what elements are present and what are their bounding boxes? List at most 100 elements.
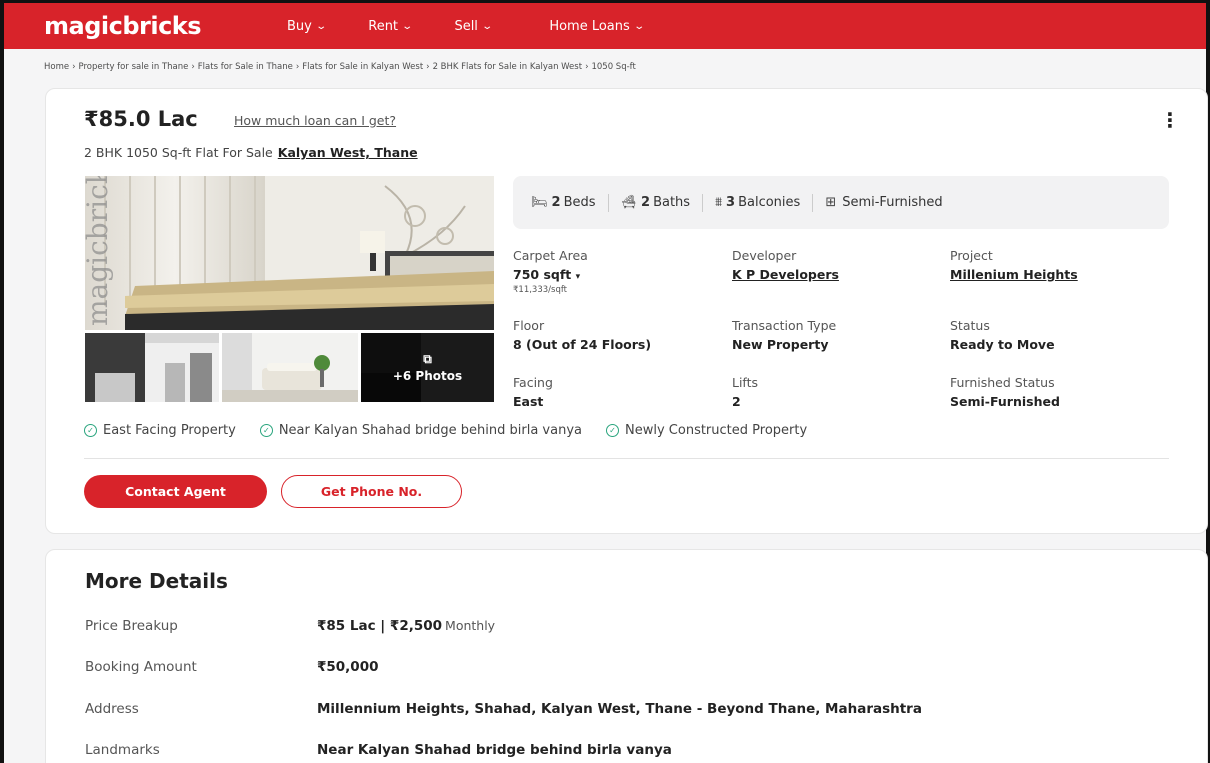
detail-row-landmarks: Landmarks Near Kalyan Shahad bridge behi… [85,742,672,758]
thumbnail-photo-2[interactable] [222,333,358,402]
baths-count: 2 [641,195,651,210]
spec-furnished-status: Furnished Status Semi-Furnished [950,375,1060,409]
breadcrumb-flats-thane[interactable]: Flats for Sale in Thane [198,62,293,72]
detail-label: Booking Amount [85,659,197,675]
bed-icon: 🛏︎ [531,195,548,210]
highlight-text: Near Kalyan Shahad bridge behind birla v… [278,423,582,438]
detail-value: ₹85 Lac | ₹2,500 Monthly [317,618,496,634]
spec-value: 8 (Out of 24 Floors) [513,337,652,352]
detail-label: Landmarks [85,742,160,758]
breadcrumb-flats-kalyan[interactable]: Flats for Sale in Kalyan West [302,62,423,72]
highlight-text: East Facing Property [103,423,236,438]
spec-label: Furnished Status [950,375,1055,390]
spec-carpet-area: Carpet Area 750 sqft ▾ ₹11,333/sqft [513,248,588,295]
spec-floor: Floor 8 (Out of 24 Floors) [513,318,651,352]
breadcrumb-current: 1050 Sq-ft [591,62,636,72]
nav-sell-label: Sell [454,18,478,34]
breadcrumb-home[interactable]: Home [44,62,69,72]
listing-price: ₹85.0 Lac [84,107,198,131]
nav-home-loans[interactable]: Home Loans ⌄ [549,18,645,34]
more-details-title: More Details [85,569,228,593]
thumbnail-photo-3[interactable]: ⧉ +6 Photos [361,333,494,402]
balconies-count: 3 [726,195,736,210]
nav-sell[interactable]: Sell ⌄ [454,18,493,34]
beds-label: Beds [563,195,596,210]
check-circle-icon: ✓ [84,424,97,437]
check-circle-icon: ✓ [259,424,273,437]
developer-link[interactable]: K P Developers [732,267,839,282]
nav-home-loans-label: Home Loans [549,18,630,34]
spec-label: Facing [513,375,553,390]
site-logo[interactable]: magicbricks [44,12,274,40]
breadcrumb-separator: › [191,62,195,72]
nav-buy-label: Buy [287,18,312,34]
nav-rent[interactable]: Rent ⌄ [368,18,413,34]
chevron-down-icon: ▾ [575,272,581,282]
main-photo[interactable]: magicbrick [85,176,494,330]
contact-agent-button[interactable]: Contact Agent [84,475,267,508]
spec-label: Transaction Type [732,318,837,333]
detail-value: Millennium Heights, Shahad, Kalyan West,… [317,701,922,717]
breadcrumb-separator: › [295,62,300,72]
living-room-photo [222,333,358,402]
breadcrumb-2bhk-kalyan[interactable]: 2 BHK Flats for Sale in Kalyan West [433,62,583,72]
spec-value: Ready to Move [950,337,1055,352]
spec-label: Lifts [732,375,759,390]
spec-value[interactable]: 750 sqft ▾ [513,267,588,282]
detail-value: Near Kalyan Shahad bridge behind birla v… [317,742,672,758]
detail-row-price-breakup: Price Breakup ₹85 Lac | ₹2,500 Monthly [85,618,495,634]
amenity-beds: 🛏︎ 2 Beds [531,195,596,210]
bedroom-photo: magicbrick [85,176,494,330]
baths-label: Baths [653,195,691,210]
divider [607,193,609,212]
highlights-list: ✓ East Facing Property ✓ Near Kalyan Sha… [84,423,831,438]
more-photos-overlay[interactable]: ⧉ +6 Photos [361,333,494,402]
balconies-label: Balconies [738,195,801,210]
thumbnail-photo-1[interactable] [85,333,219,402]
spec-label: Developer [732,248,797,263]
bath-icon: 🛁︎ [620,195,638,210]
spec-lifts: Lifts 2 [732,375,758,409]
spec-label: Floor [513,318,545,333]
loan-eligibility-link[interactable]: How much loan can I get? [234,113,396,128]
amenity-baths: 🛁︎ 2 Baths [621,195,691,210]
amenity-furnishing: ⊞ Semi-Furnished [825,195,942,210]
detail-label: Address [85,701,139,717]
detail-value: ₹50,000 [317,659,379,675]
amenity-balconies: ⩩ 3 Balconies [715,195,800,210]
chevron-down-icon: ⌄ [315,20,327,32]
get-phone-button[interactable]: Get Phone No. [281,475,462,508]
project-link[interactable]: Millenium Heights [950,267,1078,282]
gallery-icon: ⧉ [423,352,432,366]
detail-row-booking-amount: Booking Amount ₹50,000 [85,659,379,675]
spec-transaction-type: Transaction Type New Property [732,318,836,352]
detail-row-address: Address Millennium Heights, Shahad, Kaly… [85,701,922,717]
check-circle-icon: ✓ [606,424,619,437]
amenities-bar: 🛏︎ 2 Beds 🛁︎ 2 Baths ⩩ 3 Balconies ⊞ Sem… [513,176,1169,229]
chevron-down-icon: ⌄ [633,20,645,32]
card-divider [84,458,1169,459]
spec-label: Project [950,248,993,263]
more-photos-label: +6 Photos [392,369,463,383]
listing-type: 2 BHK 1050 Sq-ft Flat For Sale [84,145,273,160]
spec-project: Project Millenium Heights [950,248,1078,282]
spec-value: New Property [732,337,829,352]
main-nav: Buy ⌄ Rent ⌄ Sell ⌄ Home Loans ⌄ [274,18,645,34]
divider [702,193,704,212]
divider [812,193,814,212]
nav-buy[interactable]: Buy ⌄ [287,18,327,34]
highlight-item: ✓ East Facing Property [84,423,236,438]
furnishing-label: Semi-Furnished [842,195,943,210]
watermark-text: magicbrick [85,176,114,326]
balcony-icon: ⩩ [715,195,723,210]
listing-location-link[interactable]: Kalyan West, Thane [278,145,418,160]
more-options-icon[interactable]: ⋮ [1160,108,1180,132]
furnishing-icon: ⊞ [825,195,837,210]
beds-count: 2 [551,195,561,210]
breadcrumb-property-thane[interactable]: Property for sale in Thane [79,62,189,72]
breadcrumb-separator: › [72,62,76,72]
chevron-down-icon: ⌄ [481,20,493,32]
breadcrumb-separator: › [585,62,589,72]
nav-rent-label: Rent [368,18,399,34]
top-navbar: magicbricks Buy ⌄ Rent ⌄ Sell ⌄ Home Loa… [4,3,1206,49]
